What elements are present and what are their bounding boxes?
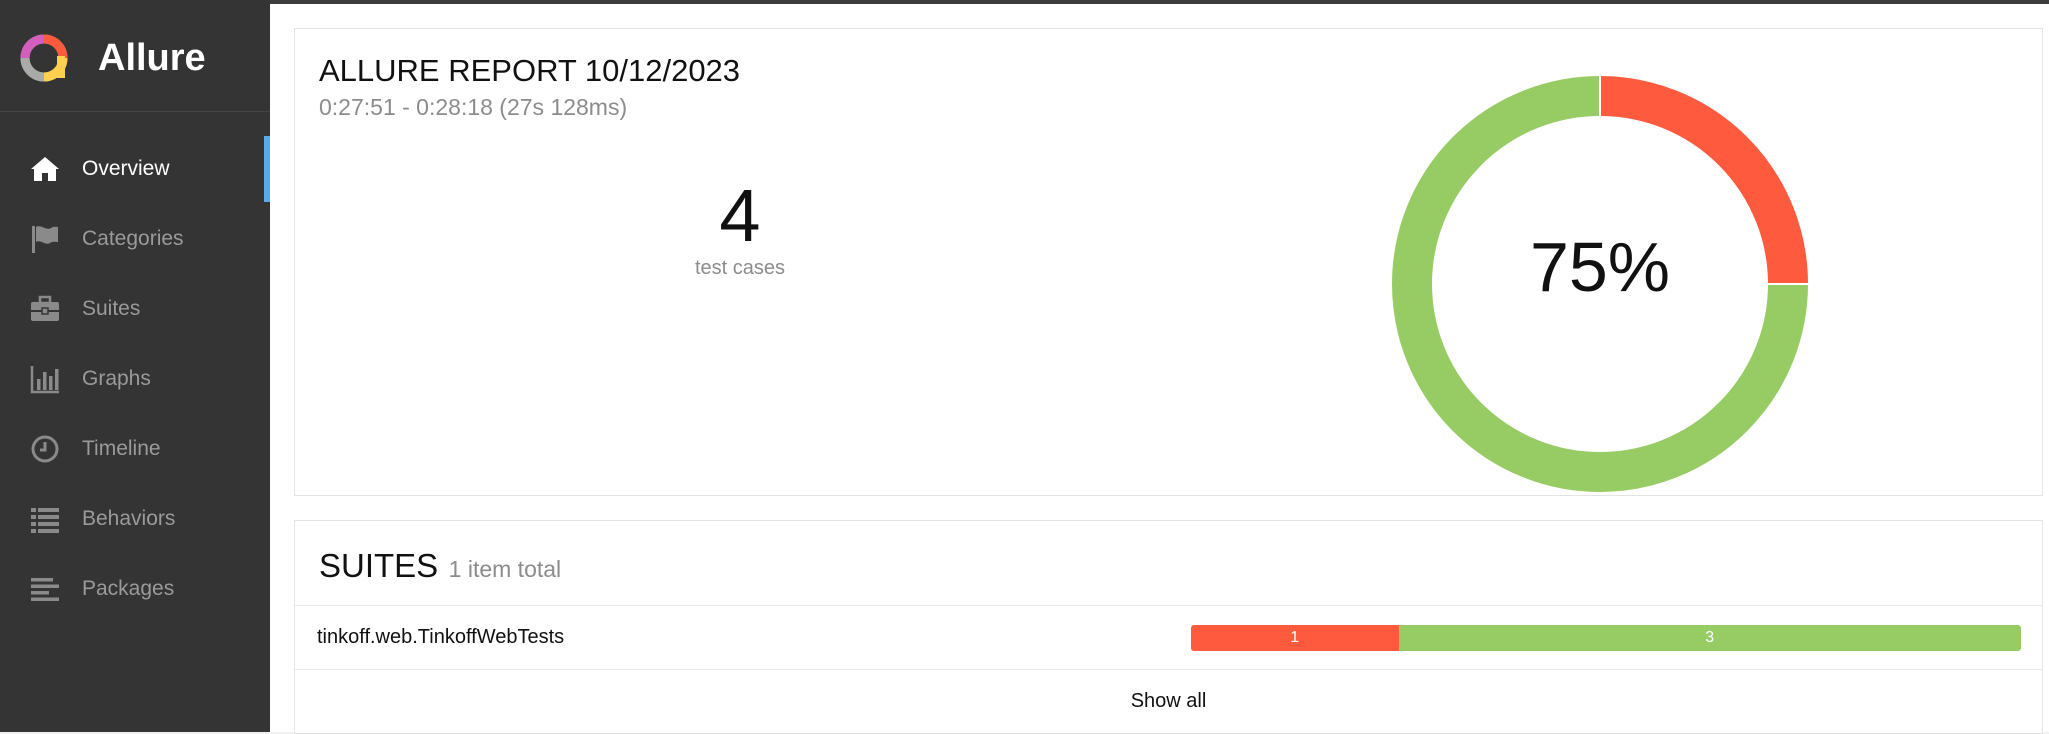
report-title: ALLURE REPORT 10/12/2023 [319,53,741,88]
failed-segment[interactable]: 1 [1191,625,1399,651]
report-time-range: 0:27:51 - 0:28:18 (27s 128ms) [319,94,628,120]
list-icon [28,502,62,536]
sidebar-divider [0,111,270,112]
flag-icon [28,222,62,256]
allure-logo-icon [20,34,68,82]
suite-status-bar: 1 3 [1191,625,2021,651]
suites-header: SUITES 1 item total [319,547,561,585]
sidebar-item-graphs[interactable]: Graphs [0,344,270,414]
sidebar-item-label: Graphs [82,367,151,390]
show-all-link[interactable]: Show all [295,670,2042,732]
sidebar-item-label: Behaviors [82,507,176,530]
brand[interactable]: Allure [18,30,206,86]
suites-count: 1 item total [448,556,562,582]
main-content: ALLURE REPORT 10/12/2023 0:27:51 - 0:28:… [270,4,2049,734]
suite-name: tinkoff.web.TinkoffWebTests [317,626,565,648]
sidebar-item-label: Timeline [82,437,161,460]
suites-widget: SUITES 1 item total tinkoff.web.TinkoffW… [294,520,2043,734]
clock-icon [28,432,62,466]
app-name: Allure [98,36,206,79]
sidebar-item-packages[interactable]: Packages [0,554,270,624]
bar-chart-icon [28,362,62,396]
sidebar: Allure Overview Categories Suites Graphs… [0,0,270,732]
briefcase-icon [28,292,62,326]
sidebar-item-label: Overview [82,157,170,180]
sidebar-item-label: Packages [82,577,175,600]
passed-segment[interactable]: 3 [1398,625,2021,651]
sidebar-item-overview[interactable]: Overview [0,134,270,204]
suites-title: SUITES [319,547,439,584]
test-count-value: 4 [719,174,761,257]
suite-row[interactable]: tinkoff.web.TinkoffWebTests 1 3 [295,606,2042,669]
overview-widget: ALLURE REPORT 10/12/2023 0:27:51 - 0:28:… [294,28,2043,496]
test-count-summary: 4 test cases [675,179,805,280]
home-icon [28,152,62,186]
sidebar-item-label: Suites [82,297,141,320]
sidebar-item-categories[interactable]: Categories [0,204,270,274]
sidebar-item-label: Categories [82,227,184,250]
test-count-label: test cases [694,257,786,279]
success-rate-label: 75% [1529,228,1671,306]
sidebar-item-suites[interactable]: Suites [0,274,270,344]
sidebar-item-timeline[interactable]: Timeline [0,414,270,484]
sidebar-nav: Overview Categories Suites Graphs Timeli… [0,134,270,624]
sidebar-item-behaviors[interactable]: Behaviors [0,484,270,554]
align-left-icon [28,572,62,606]
